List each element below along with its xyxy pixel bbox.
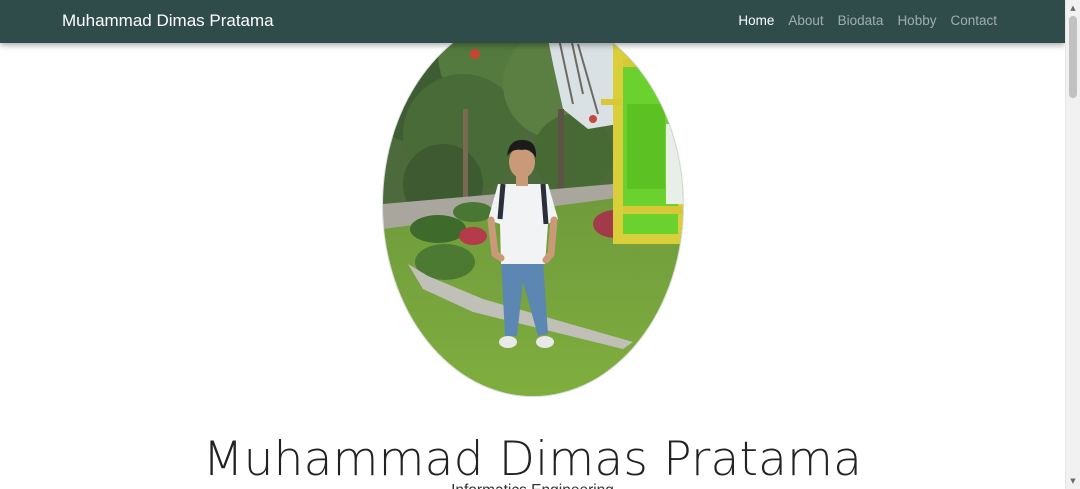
scroll-thumb[interactable]: [1069, 16, 1077, 98]
page-scrollbar[interactable]: ▲ ▼: [1065, 0, 1080, 489]
navbar: Muhammad Dimas Pratama Home About Biodat…: [0, 0, 1065, 43]
profile-photo-illustration: [383, 14, 683, 396]
nav-link-contact[interactable]: Contact: [950, 13, 997, 28]
scroll-down-arrow-icon[interactable]: ▼: [1066, 475, 1080, 487]
nav-links: Home About Biodata Hobby Contact: [738, 12, 997, 30]
nav-link-about[interactable]: About: [788, 13, 823, 28]
scroll-up-arrow-icon[interactable]: ▲: [1066, 2, 1080, 14]
navbar-brand[interactable]: Muhammad Dimas Pratama: [62, 10, 274, 32]
nav-link-biodata[interactable]: Biodata: [838, 13, 884, 28]
nav-item-biodata: Biodata: [838, 12, 884, 30]
nav-item-home: Home: [738, 12, 774, 30]
page: Muhammad Dimas Pratama Home About Biodat…: [0, 0, 1080, 489]
profile-photo: [383, 14, 683, 396]
nav-link-hobby[interactable]: Hobby: [897, 13, 936, 28]
nav-link-home[interactable]: Home: [738, 13, 774, 28]
hero-subtitle: Informatics Engineering: [0, 480, 1065, 489]
nav-item-about: About: [788, 12, 823, 30]
nav-item-hobby: Hobby: [897, 12, 936, 30]
nav-item-contact: Contact: [950, 12, 997, 30]
